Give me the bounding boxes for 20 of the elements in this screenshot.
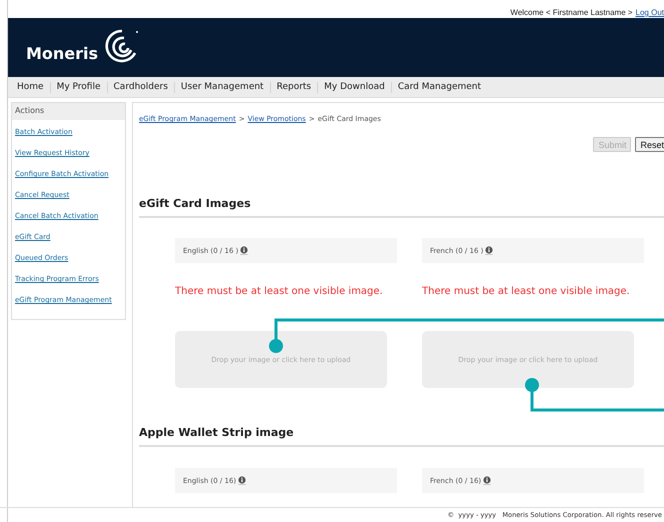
nav-tab[interactable]: My Profile: [50, 82, 107, 92]
nav-tab[interactable]: Home: [12, 82, 50, 92]
section-heading: Apple Wallet Strip image: [139, 426, 664, 447]
info-icon[interactable]: [238, 476, 246, 485]
info-icon[interactable]: [485, 246, 494, 255]
nav-tab[interactable]: User Management: [174, 82, 270, 92]
sidebar-title: Actions: [12, 103, 125, 120]
nav-tab[interactable]: My Download: [317, 82, 391, 92]
info-icon[interactable]: [483, 476, 492, 485]
logout-link[interactable]: Log Out: [636, 8, 664, 17]
welcome-text: Welcome < Firstname Lastname >: [510, 8, 633, 17]
error-message: There must be at least one visible image.: [422, 286, 631, 298]
info-icon[interactable]: [240, 246, 248, 255]
nav-tab[interactable]: Cardholders: [106, 82, 174, 92]
section-heading: eGift Card Images: [139, 197, 664, 218]
logo-text: Moneris: [26, 44, 98, 63]
error-message: There must be at least one visible image.: [175, 286, 384, 298]
action-button[interactable]: Reset: [635, 137, 664, 152]
nav-tab[interactable]: Reports: [270, 82, 318, 92]
nav-tab[interactable]: Card Management: [390, 82, 488, 92]
